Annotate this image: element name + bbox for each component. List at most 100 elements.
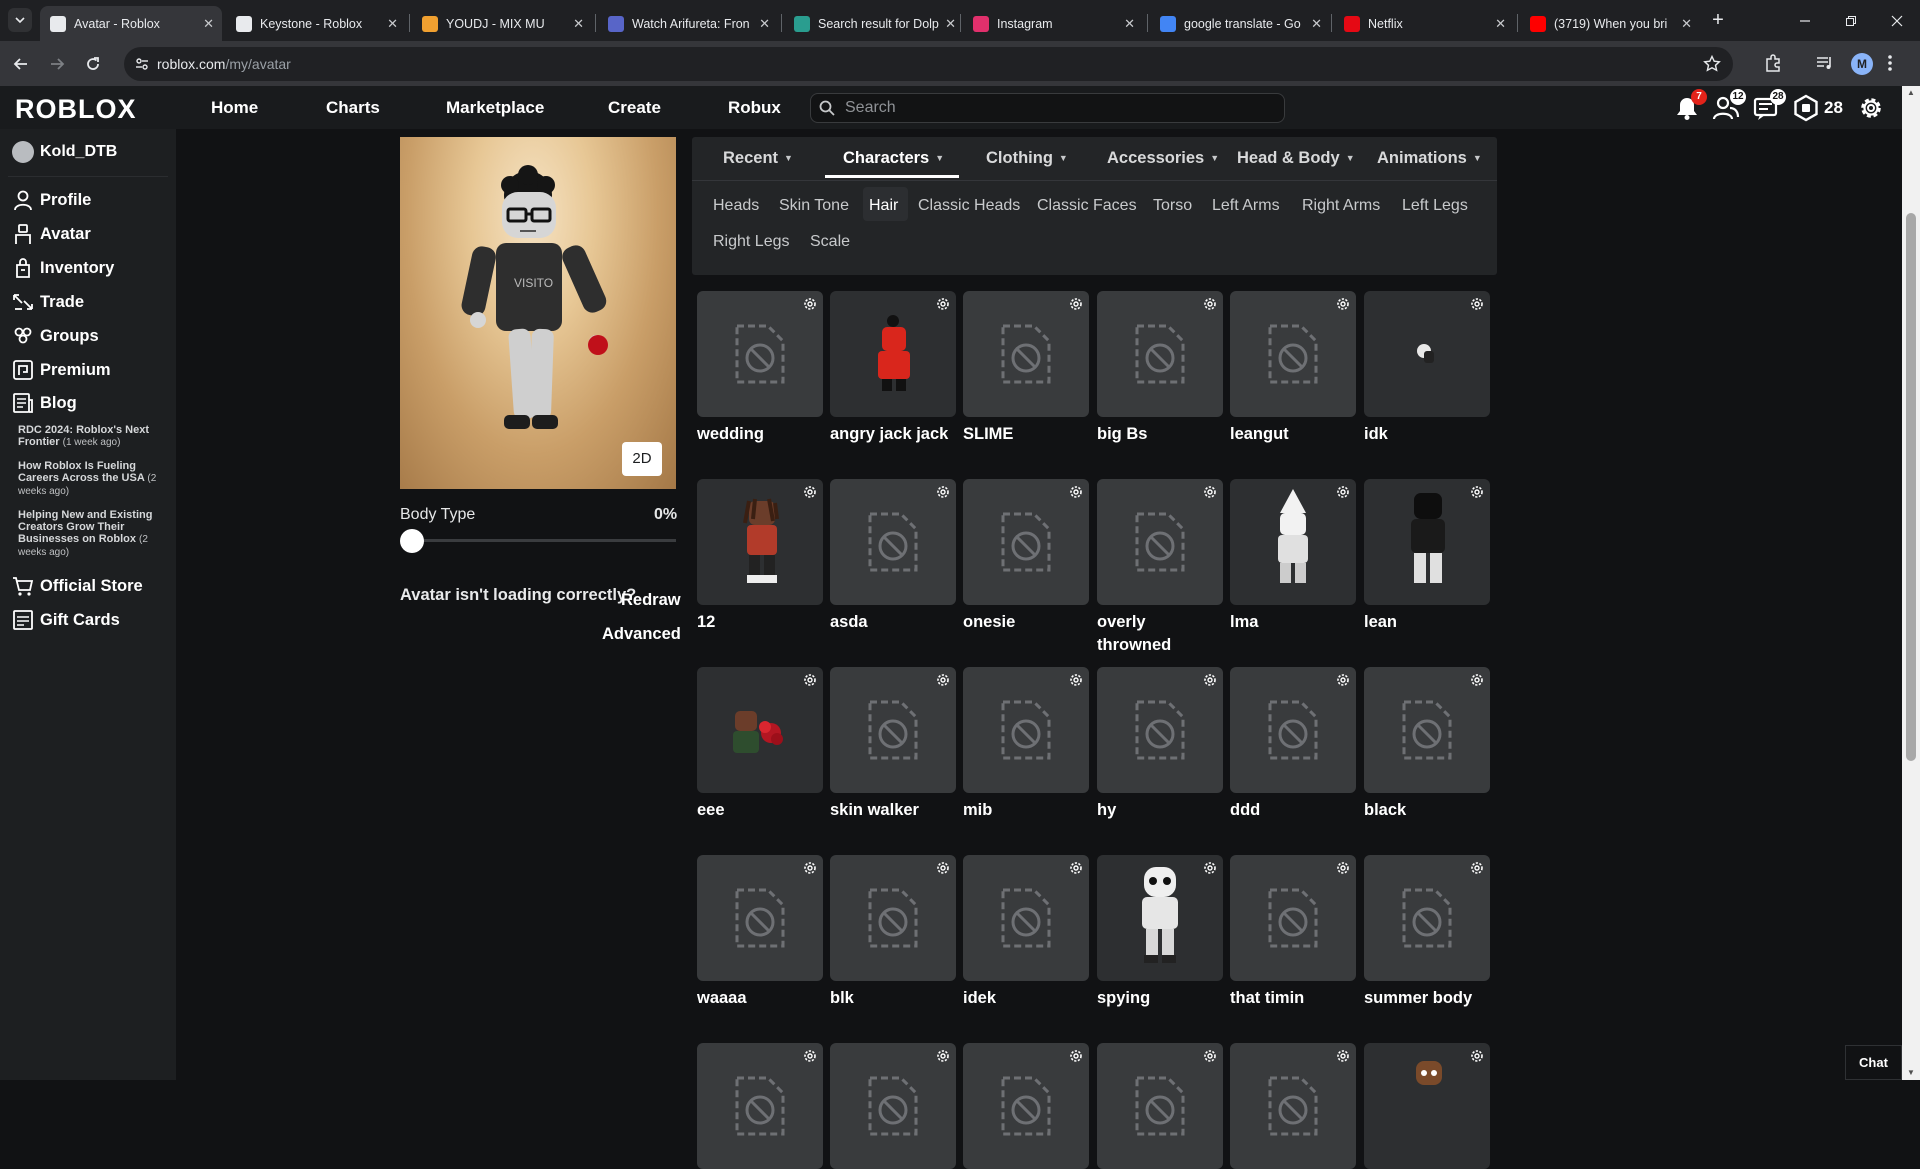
- item-card[interactable]: [963, 1043, 1089, 1169]
- tab-animations[interactable]: Animations ▼: [1377, 149, 1482, 168]
- item-settings-gear-icon[interactable]: [936, 297, 950, 311]
- item-settings-gear-icon[interactable]: [936, 485, 950, 499]
- nav-charts[interactable]: Charts: [326, 98, 380, 118]
- tab-characters[interactable]: Characters ▼: [843, 149, 944, 168]
- browser-tab[interactable]: google translate - Go ✕: [1150, 6, 1330, 41]
- tab-close-icon[interactable]: ✕: [1495, 16, 1506, 32]
- site-info-icon[interactable]: [134, 56, 150, 72]
- sidebar-item-gift-cards[interactable]: Gift Cards: [12, 609, 120, 631]
- item-name[interactable]: onesie: [963, 611, 1083, 634]
- body-type-slider-track[interactable]: [412, 539, 676, 542]
- advanced-button[interactable]: Advanced: [602, 625, 681, 644]
- browser-tab[interactable]: (3719) When you bri ✕: [1520, 6, 1700, 41]
- robux-balance[interactable]: 28: [1824, 98, 1843, 118]
- item-card[interactable]: [830, 479, 956, 605]
- subtab-right-arms[interactable]: Right Arms: [1302, 197, 1380, 215]
- nav-robux[interactable]: Robux: [728, 98, 781, 118]
- tab-close-icon[interactable]: ✕: [387, 16, 398, 32]
- item-card[interactable]: [1097, 855, 1223, 981]
- item-card[interactable]: [1097, 291, 1223, 417]
- item-settings-gear-icon[interactable]: [1470, 485, 1484, 499]
- browser-menu-icon[interactable]: [1887, 53, 1893, 73]
- minimize-button[interactable]: [1782, 0, 1828, 41]
- item-settings-gear-icon[interactable]: [1203, 673, 1217, 687]
- subtab-scale[interactable]: Scale: [810, 233, 850, 251]
- chat-button[interactable]: Chat: [1845, 1045, 1902, 1080]
- settings-button[interactable]: [1857, 94, 1885, 122]
- item-name[interactable]: hy: [1097, 799, 1217, 822]
- media-controls-icon[interactable]: [1815, 53, 1835, 73]
- item-settings-gear-icon[interactable]: [1203, 297, 1217, 311]
- subtab-right-legs[interactable]: Right Legs: [713, 233, 790, 251]
- extensions-icon[interactable]: [1763, 53, 1783, 73]
- redraw-button[interactable]: Redraw: [621, 591, 681, 610]
- item-card[interactable]: [963, 855, 1089, 981]
- blog-post-link[interactable]: How Roblox Is Fueling Careers Across the…: [18, 460, 158, 498]
- page-scrollbar[interactable]: ▲ ▼: [1902, 86, 1920, 1080]
- item-card[interactable]: [697, 479, 823, 605]
- sidebar-item-premium[interactable]: Premium: [12, 359, 111, 381]
- new-tab-button[interactable]: +: [1706, 8, 1730, 32]
- sidebar-item-profile[interactable]: Profile: [12, 189, 91, 211]
- scroll-down-arrow[interactable]: ▼: [1906, 1068, 1916, 1077]
- item-name[interactable]: spying: [1097, 987, 1217, 1010]
- item-settings-gear-icon[interactable]: [1203, 485, 1217, 499]
- robux-button[interactable]: [1792, 94, 1820, 122]
- sidebar-user[interactable]: Kold_DTB: [12, 141, 117, 163]
- item-settings-gear-icon[interactable]: [936, 673, 950, 687]
- tab-close-icon[interactable]: ✕: [573, 16, 584, 32]
- subtab-skin-tone[interactable]: Skin Tone: [779, 197, 849, 215]
- item-name[interactable]: summer body: [1364, 987, 1484, 1010]
- toggle-2d-button[interactable]: 2D: [622, 442, 662, 476]
- item-card[interactable]: [830, 667, 956, 793]
- item-card[interactable]: [830, 1043, 956, 1169]
- item-settings-gear-icon[interactable]: [1203, 1049, 1217, 1063]
- subtab-classic-faces[interactable]: Classic Faces: [1037, 197, 1137, 215]
- item-name[interactable]: leangut: [1230, 423, 1350, 446]
- browser-tab[interactable]: YOUDJ - MIX MU ✕: [412, 6, 592, 41]
- item-settings-gear-icon[interactable]: [1203, 861, 1217, 875]
- item-name[interactable]: 12: [697, 611, 817, 634]
- item-settings-gear-icon[interactable]: [1470, 1049, 1484, 1063]
- blog-post-link[interactable]: Helping New and Existing Creators Grow T…: [18, 509, 158, 559]
- tab-clothing[interactable]: Clothing ▼: [986, 149, 1068, 168]
- item-settings-gear-icon[interactable]: [803, 1049, 817, 1063]
- item-card[interactable]: [1230, 1043, 1356, 1169]
- item-settings-gear-icon[interactable]: [1336, 1049, 1350, 1063]
- item-card[interactable]: [1364, 1043, 1490, 1169]
- tab-close-icon[interactable]: ✕: [1124, 16, 1135, 32]
- item-card[interactable]: [830, 291, 956, 417]
- messages-button[interactable]: 28: [1752, 89, 1786, 122]
- subtab-left-legs[interactable]: Left Legs: [1402, 197, 1468, 215]
- item-settings-gear-icon[interactable]: [1069, 861, 1083, 875]
- item-name[interactable]: big Bs: [1097, 423, 1217, 446]
- tab-close-icon[interactable]: ✕: [1311, 16, 1322, 32]
- item-settings-gear-icon[interactable]: [1069, 297, 1083, 311]
- item-card[interactable]: [1364, 855, 1490, 981]
- item-name[interactable]: ddd: [1230, 799, 1350, 822]
- tab-close-icon[interactable]: ✕: [759, 16, 770, 32]
- item-card[interactable]: [963, 479, 1089, 605]
- nav-marketplace[interactable]: Marketplace: [446, 98, 544, 118]
- subtab-heads[interactable]: Heads: [713, 197, 759, 215]
- item-settings-gear-icon[interactable]: [803, 297, 817, 311]
- subtab-torso[interactable]: Torso: [1153, 197, 1192, 215]
- item-card[interactable]: [697, 291, 823, 417]
- nav-home[interactable]: Home: [211, 98, 258, 118]
- item-name[interactable]: lma: [1230, 611, 1350, 634]
- item-name[interactable]: eee: [697, 799, 817, 822]
- item-settings-gear-icon[interactable]: [936, 861, 950, 875]
- item-settings-gear-icon[interactable]: [1470, 861, 1484, 875]
- sidebar-item-groups[interactable]: Groups: [12, 325, 99, 347]
- close-window-button[interactable]: [1874, 0, 1920, 41]
- item-card[interactable]: [830, 855, 956, 981]
- item-name[interactable]: SLIME: [963, 423, 1083, 446]
- avatar-preview[interactable]: VISITO 2D: [400, 137, 676, 489]
- tab-close-icon[interactable]: ✕: [1681, 16, 1692, 32]
- item-card[interactable]: [697, 667, 823, 793]
- tab-recent[interactable]: Recent ▼: [723, 149, 793, 168]
- item-card[interactable]: [1097, 667, 1223, 793]
- item-card[interactable]: [1364, 479, 1490, 605]
- item-settings-gear-icon[interactable]: [1336, 485, 1350, 499]
- tab-search-button[interactable]: [8, 8, 32, 32]
